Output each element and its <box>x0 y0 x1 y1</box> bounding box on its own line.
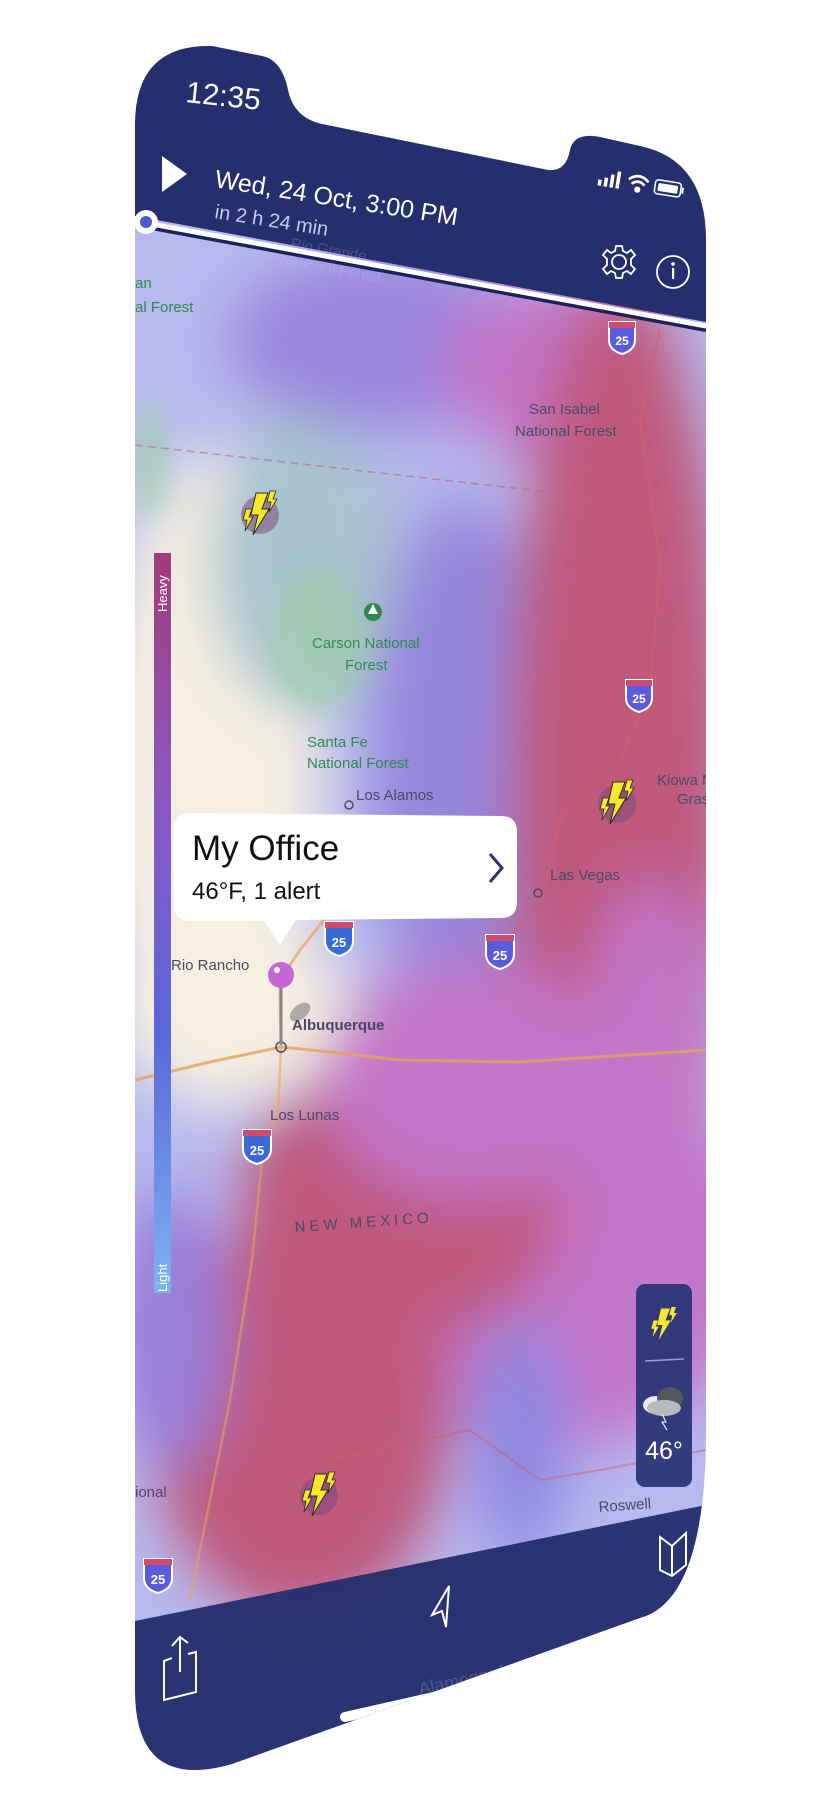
map-label: al Forest <box>135 299 194 316</box>
map-label[interactable]: Los Alamos <box>356 787 434 804</box>
callout-subtitle: 46°F, 1 alert <box>192 878 321 905</box>
legend-heavy-label: Heavy <box>155 575 170 612</box>
map-label: National Forest <box>515 423 618 440</box>
map-label[interactable]: Los Lunas <box>270 1107 339 1124</box>
svg-text:25: 25 <box>615 334 629 348</box>
svg-text:25: 25 <box>250 1143 264 1158</box>
map-label: an <box>135 275 152 292</box>
weather-widget[interactable]: 46° <box>636 1284 692 1487</box>
widget-temperature: 46° <box>645 1437 683 1465</box>
map-label: Grass <box>677 791 717 808</box>
map-label: San Isabel <box>529 401 600 418</box>
legend-light-label: Light <box>155 1263 170 1292</box>
map-label[interactable]: Rio Rancho <box>171 957 249 974</box>
precipitation-legend: Heavy Light <box>154 553 171 1293</box>
map-label: Kiowa N <box>657 772 713 789</box>
svg-text:25: 25 <box>632 692 646 706</box>
svg-text:25: 25 <box>493 948 507 963</box>
tree-icon <box>364 603 382 621</box>
svg-text:25: 25 <box>332 935 346 950</box>
map-label: ional <box>135 1484 167 1501</box>
callout-title: My Office <box>192 829 339 868</box>
map-label[interactable]: Las Vegas <box>550 867 620 884</box>
phone-screen: an al Forest San Isabel National Forest … <box>134 45 717 1799</box>
map-label: National Forest <box>307 755 410 772</box>
svg-text:25: 25 <box>151 1572 165 1587</box>
map-label[interactable]: Albuquerque <box>292 1017 385 1034</box>
map-label: Forest <box>345 657 388 674</box>
map-label: Santa Fe <box>307 734 368 751</box>
map-label: Carson National <box>312 635 420 652</box>
timeline-thumb[interactable] <box>134 210 158 234</box>
legal-link[interactable]: Legal <box>161 1771 203 1799</box>
